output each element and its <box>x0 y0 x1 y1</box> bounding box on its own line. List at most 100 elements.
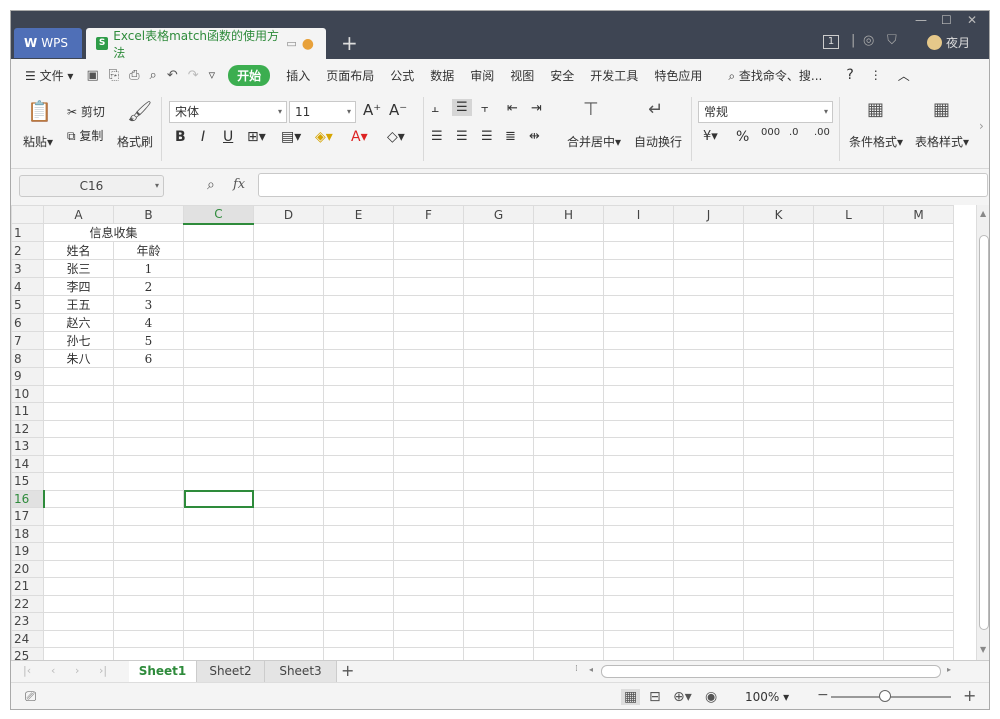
cell[interactable] <box>43 437 114 456</box>
cell[interactable] <box>113 612 184 631</box>
cell[interactable] <box>183 295 254 314</box>
row-header[interactable]: 11 <box>11 402 44 421</box>
cell[interactable] <box>673 594 744 613</box>
cell[interactable] <box>463 524 534 543</box>
cell[interactable] <box>463 241 534 260</box>
cell[interactable] <box>673 241 744 260</box>
cell[interactable] <box>113 629 184 648</box>
cell[interactable] <box>43 419 114 438</box>
row-header[interactable]: 20 <box>11 559 44 578</box>
cell[interactable] <box>183 454 254 473</box>
cell[interactable] <box>463 489 534 508</box>
cell[interactable] <box>183 559 254 578</box>
cell[interactable] <box>673 489 744 508</box>
cell[interactable] <box>603 277 674 296</box>
cell[interactable] <box>463 384 534 403</box>
cell[interactable] <box>533 559 604 578</box>
cell[interactable] <box>883 577 954 596</box>
cell[interactable] <box>393 577 464 596</box>
cell[interactable] <box>43 524 114 543</box>
cell[interactable] <box>183 277 254 296</box>
cell[interactable] <box>603 295 674 314</box>
cell[interactable] <box>673 384 744 403</box>
cell[interactable] <box>813 612 884 631</box>
undo-icon[interactable]: ↶ <box>167 68 178 83</box>
cell[interactable] <box>673 472 744 491</box>
cell[interactable] <box>463 295 534 314</box>
cell[interactable] <box>393 402 464 421</box>
cell[interactable] <box>743 331 814 350</box>
cell[interactable] <box>813 367 884 386</box>
row-header[interactable]: 25 <box>11 647 44 660</box>
cell[interactable] <box>813 419 884 438</box>
user-account[interactable]: 夜月 <box>927 34 970 51</box>
cell[interactable] <box>253 612 324 631</box>
cell[interactable] <box>323 542 394 561</box>
cell[interactable] <box>743 507 814 526</box>
cell-header[interactable]: 年龄 <box>113 241 184 260</box>
cell[interactable] <box>673 419 744 438</box>
column-header[interactable]: J <box>673 205 744 224</box>
italic-button[interactable]: I <box>201 129 205 145</box>
cell[interactable] <box>253 402 324 421</box>
cell[interactable] <box>323 629 394 648</box>
cell[interactable] <box>603 331 674 350</box>
cell[interactable] <box>323 241 394 260</box>
cell[interactable] <box>813 295 884 314</box>
cell[interactable] <box>603 349 674 368</box>
cell[interactable] <box>743 559 814 578</box>
cell[interactable] <box>883 402 954 421</box>
tab-developer[interactable]: 开发工具 <box>590 67 638 84</box>
cell[interactable] <box>253 277 324 296</box>
wrap-text-icon[interactable]: ↵ <box>648 99 663 120</box>
cell[interactable] <box>743 241 814 260</box>
cell[interactable] <box>533 629 604 648</box>
cell[interactable] <box>113 559 184 578</box>
next-sheet-icon[interactable]: › <box>75 664 79 677</box>
cell[interactable] <box>253 331 324 350</box>
cell[interactable] <box>253 629 324 648</box>
cell[interactable] <box>393 612 464 631</box>
cell[interactable] <box>533 295 604 314</box>
cell[interactable] <box>183 472 254 491</box>
tab-formulas[interactable]: 公式 <box>390 67 414 84</box>
cell[interactable] <box>253 295 324 314</box>
cell[interactable] <box>393 647 464 660</box>
column-header[interactable]: K <box>743 205 814 224</box>
row-header[interactable]: 10 <box>11 384 44 403</box>
ribbon-scroll-right-icon[interactable]: › <box>979 119 984 133</box>
cell[interactable] <box>813 524 884 543</box>
currency-icon[interactable]: ¥▾ <box>703 129 718 144</box>
thousands-separator-icon[interactable]: 000 <box>761 127 780 138</box>
conditional-format-icon[interactable]: ▦ <box>867 99 884 120</box>
cell[interactable] <box>183 647 254 660</box>
cell[interactable] <box>813 223 884 242</box>
redo-icon[interactable]: ↷ <box>188 68 199 83</box>
cell[interactable] <box>883 472 954 491</box>
maximize-icon[interactable]: ☐ <box>941 13 952 27</box>
cell[interactable] <box>113 542 184 561</box>
tab-start[interactable]: 开始 <box>228 64 271 86</box>
cell[interactable] <box>43 647 114 660</box>
cell[interactable] <box>883 559 954 578</box>
document-tab[interactable]: S Excel表格match函数的使用方法 ▭ ● <box>86 28 326 60</box>
cell[interactable] <box>323 331 394 350</box>
cell[interactable] <box>603 542 674 561</box>
cell[interactable] <box>883 277 954 296</box>
cell[interactable] <box>323 295 394 314</box>
cell[interactable] <box>883 259 954 278</box>
cell[interactable] <box>463 349 534 368</box>
cell[interactable] <box>603 313 674 332</box>
tab-data[interactable]: 数据 <box>430 67 454 84</box>
cell[interactable] <box>323 559 394 578</box>
font-color-icon[interactable]: A▾ <box>351 129 368 145</box>
cell[interactable] <box>463 629 534 648</box>
cell[interactable] <box>743 223 814 242</box>
cell[interactable] <box>533 612 604 631</box>
cell-name[interactable]: 赵六 <box>43 313 114 332</box>
zoom-formula-icon[interactable]: ⌕ <box>207 177 215 193</box>
row-header[interactable]: 17 <box>11 507 44 526</box>
cell[interactable] <box>533 241 604 260</box>
cell[interactable] <box>323 419 394 438</box>
cell[interactable] <box>883 629 954 648</box>
